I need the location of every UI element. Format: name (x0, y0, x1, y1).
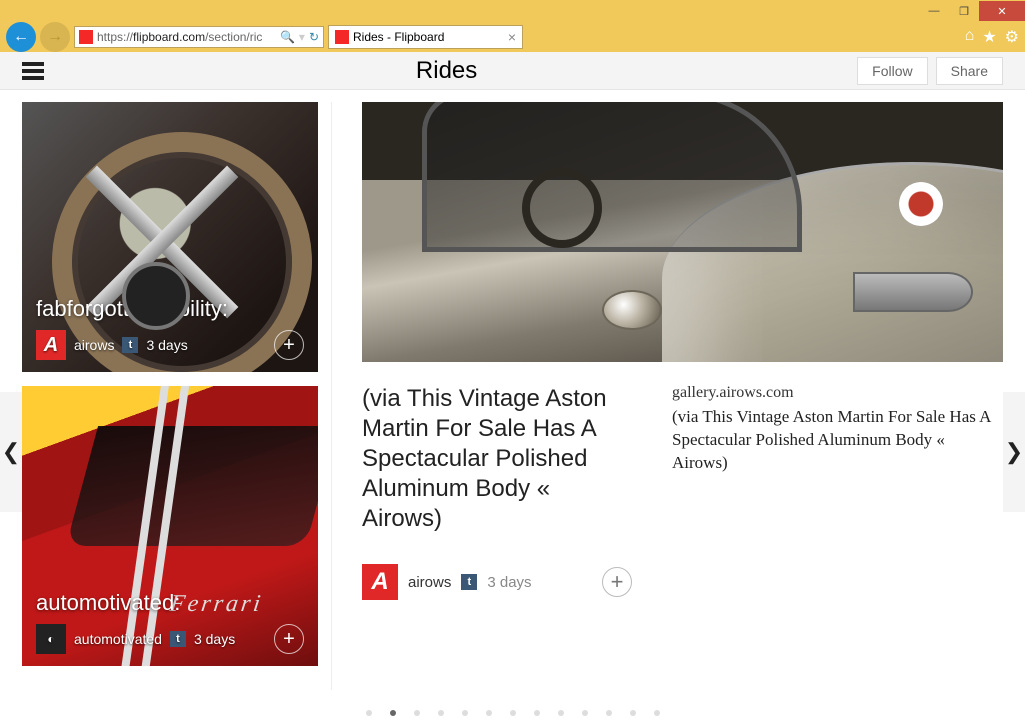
page-dot[interactable] (534, 710, 540, 716)
page-dot[interactable] (366, 710, 372, 716)
card-title: fabforgottennobility: (36, 296, 228, 322)
page-dot[interactable] (438, 710, 444, 716)
page-dot[interactable] (558, 710, 564, 716)
page: Rides Follow Share fabforgottennobility:… (0, 52, 1025, 724)
page-title: Rides (44, 57, 849, 85)
story-card[interactable]: fabforgottennobility: A airows t 3 days … (22, 102, 318, 372)
card-author: airows (74, 337, 114, 353)
article-age: 3 days (487, 574, 531, 591)
article-headline[interactable]: (via This Vintage Aston Martin For Sale … (362, 384, 632, 534)
avatar: ◐ (36, 624, 66, 654)
tumblr-icon: t (122, 337, 138, 353)
forward-button: → (40, 22, 70, 52)
follow-button[interactable]: Follow (857, 57, 927, 85)
hero-image[interactable] (362, 102, 1003, 362)
card-age: 3 days (146, 337, 187, 353)
url-text: https://flipboard.com/section/ric (97, 30, 262, 44)
page-dot[interactable] (510, 710, 516, 716)
search-icon[interactable]: 🔍 (280, 30, 295, 44)
browser-tab[interactable]: Rides - Flipboard × (328, 25, 523, 49)
favorites-icon[interactable]: ★ (982, 27, 996, 47)
home-icon[interactable]: ⌂ (965, 27, 975, 47)
menu-icon[interactable] (22, 59, 44, 83)
back-button[interactable]: ← (6, 22, 36, 52)
window-restore-button[interactable]: ❐ (949, 1, 979, 21)
address-bar[interactable]: https://flipboard.com/section/ric 🔍 ▾ ↻ (74, 26, 324, 48)
avatar: A (362, 564, 398, 600)
add-icon[interactable]: + (602, 567, 632, 597)
card-author: automotivated (74, 631, 162, 647)
left-column: fabforgottennobility: A airows t 3 days … (22, 102, 332, 690)
page-dot[interactable] (630, 710, 636, 716)
page-indicator (0, 710, 1025, 716)
car-badge-text: Ferrari (168, 591, 265, 618)
page-dot[interactable] (390, 710, 396, 716)
story-card[interactable]: Ferrari automotivated: ◐ automotivated t… (22, 386, 318, 666)
window-close-button[interactable]: ✕ (979, 1, 1025, 21)
window-titlebar: — ❐ ✕ (0, 0, 1025, 22)
card-age: 3 days (194, 631, 235, 647)
page-dot[interactable] (582, 710, 588, 716)
page-dot[interactable] (462, 710, 468, 716)
card-title: automotivated: (36, 590, 180, 616)
prev-page-button[interactable]: ❮ (0, 392, 22, 512)
page-dot[interactable] (486, 710, 492, 716)
tumblr-icon: t (170, 631, 186, 647)
content-area: fabforgottennobility: A airows t 3 days … (0, 90, 1025, 690)
page-dot[interactable] (654, 710, 660, 716)
tab-favicon (335, 30, 349, 44)
next-page-button[interactable]: ❯ (1003, 392, 1025, 512)
tumblr-icon: t (461, 574, 477, 590)
app-header: Rides Follow Share (0, 52, 1025, 90)
avatar: A (36, 330, 66, 360)
tab-strip: Rides - Flipboard × (328, 24, 523, 50)
main-column: (via This Vintage Aston Martin For Sale … (362, 102, 1003, 690)
article-source[interactable]: gallery.airows.com (672, 384, 1003, 402)
article-meta: A airows t 3 days + (362, 564, 632, 600)
tab-close-icon[interactable]: × (508, 29, 516, 45)
card-meta: A airows t 3 days (36, 330, 188, 360)
add-icon[interactable]: + (274, 330, 304, 360)
add-icon[interactable]: + (274, 624, 304, 654)
page-dot[interactable] (606, 710, 612, 716)
card-meta: ◐ automotivated t 3 days (36, 624, 235, 654)
share-button[interactable]: Share (936, 57, 1003, 85)
page-dot[interactable] (414, 710, 420, 716)
article-excerpt: (via This Vintage Aston Martin For Sale … (672, 406, 1003, 475)
browser-toolbar: ← → https://flipboard.com/section/ric 🔍 … (0, 22, 1025, 52)
refresh-icon[interactable]: ↻ (309, 30, 319, 44)
article-author: airows (408, 574, 451, 591)
site-favicon (79, 30, 93, 44)
tab-title: Rides - Flipboard (353, 30, 444, 44)
window-minimize-button[interactable]: — (919, 1, 949, 21)
settings-gear-icon[interactable]: ⚙ (1005, 27, 1019, 47)
